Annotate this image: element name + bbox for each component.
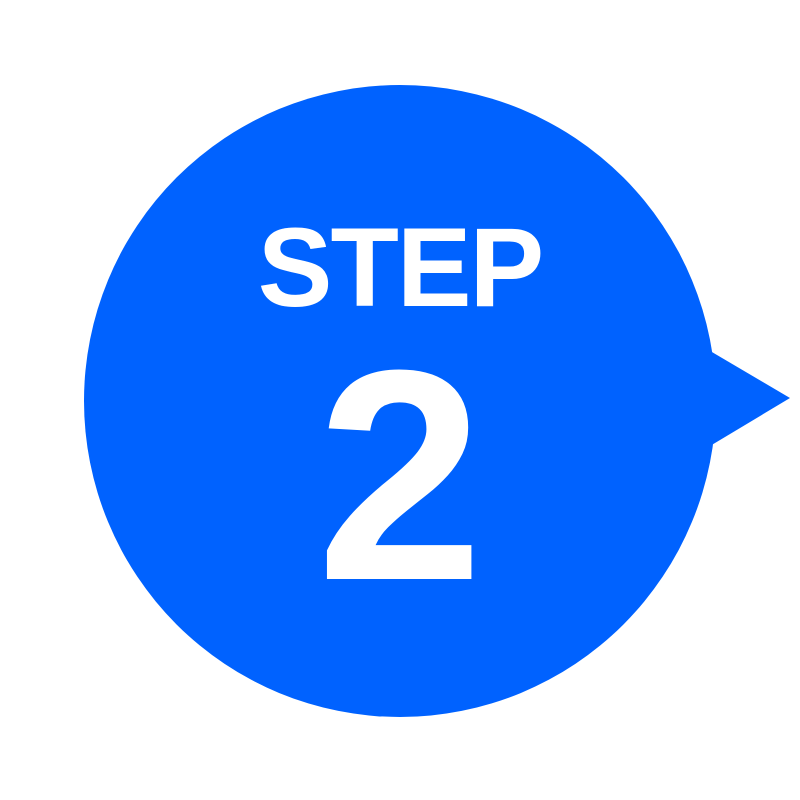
step-badge-canvas: STEP 2 <box>0 0 800 800</box>
step-number: 2 <box>316 307 484 643</box>
